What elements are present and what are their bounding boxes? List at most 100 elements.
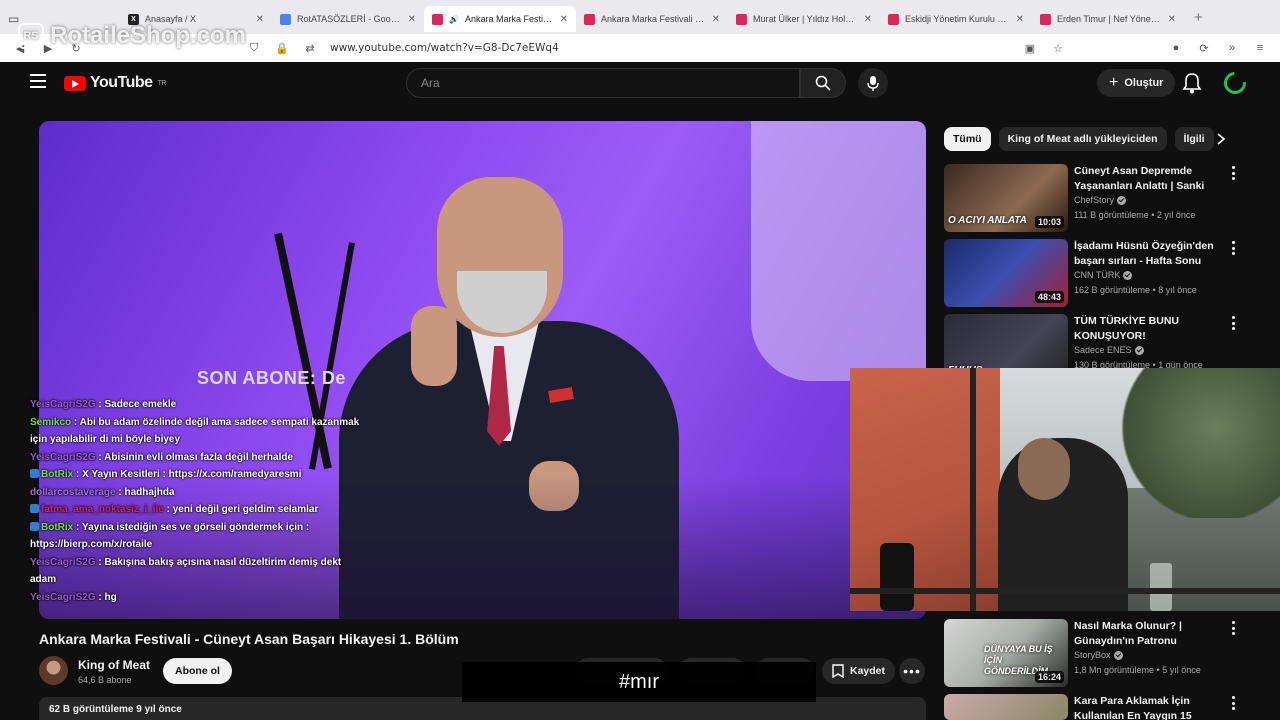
- recommended-title[interactable]: Kara Para Aklamak İçin Kullanılan En Yay…: [1074, 694, 1214, 720]
- hamburger-menu-icon[interactable]: [30, 74, 46, 88]
- recommended-title[interactable]: İşadamı Hüsnü Özyeğin'den başarı sırları…: [1074, 239, 1214, 269]
- close-tab-icon[interactable]: ✕: [256, 14, 264, 25]
- tab-label: Ankara Marka Festivali: [464, 14, 554, 24]
- chat-separator: :: [73, 521, 82, 533]
- bookmark-star-icon[interactable]: ☆: [1050, 40, 1066, 56]
- subscriber-count: 64,6 B abone: [78, 675, 132, 685]
- browser-tab[interactable]: Murat Ülker | Yıldız Holding ✕: [728, 6, 880, 32]
- chat-badge-icon: [30, 521, 39, 531]
- filter-chip[interactable]: İlgili: [1174, 127, 1214, 151]
- subscribe-button[interactable]: Abone ol: [163, 658, 232, 684]
- recommended-video[interactable]: O ACIYI ANLATA 10:03 Cüneyt Asan Depremde …: [944, 164, 1244, 232]
- youtube-play-icon: [64, 75, 86, 91]
- webcam-trees: [1120, 368, 1280, 518]
- save-bookmark-icon: [832, 664, 844, 678]
- recommended-video[interactable]: DÜNYAYA BU İŞ İÇİN GÖNDERİLDİM 16:24 Nasıl…: [944, 619, 1244, 687]
- chat-username: Semikco: [30, 416, 72, 428]
- view-count-and-date: 62 B görüntüleme 9 yıl önce: [49, 704, 182, 715]
- close-tab-icon[interactable]: ✕: [1016, 14, 1024, 25]
- more-vertical-icon[interactable]: [1230, 621, 1236, 635]
- audio-playing-icon[interactable]: 🔊: [449, 15, 459, 24]
- extension-icon[interactable]: ●: [1168, 40, 1184, 56]
- permissions-icon[interactable]: ⇄: [302, 40, 318, 56]
- close-tab-icon[interactable]: ✕: [712, 14, 720, 25]
- verified-check-icon: [1134, 345, 1144, 355]
- youtube-region-code: TR: [157, 79, 167, 87]
- browser-tab[interactable]: Eskidji Yönetim Kurulu Başk ✕: [880, 6, 1032, 32]
- chat-separator: :: [73, 469, 83, 480]
- streamer-webcam: [850, 368, 1280, 611]
- create-button[interactable]: + Oluştur: [1097, 69, 1176, 97]
- chat-message: YeisCagriS2G : hg: [30, 589, 370, 607]
- more-vertical-icon[interactable]: [1230, 696, 1236, 710]
- recommendation-filter-chips: Tümü King of Meat adlı yükleyiciden İlgili: [944, 127, 1214, 151]
- more-actions-button[interactable]: •••: [899, 658, 925, 684]
- more-vertical-icon[interactable]: [1230, 166, 1236, 180]
- account-avatar[interactable]: [1219, 67, 1251, 99]
- youtube-logo-text: YouTube: [90, 74, 153, 91]
- search-input[interactable]: Ara: [406, 68, 800, 98]
- close-tab-icon[interactable]: ✕: [864, 14, 872, 25]
- close-tab-icon[interactable]: ✕: [1168, 14, 1176, 25]
- sync-icon[interactable]: ⟳: [1196, 40, 1212, 56]
- chips-next-chevron-icon[interactable]: [1212, 130, 1230, 148]
- filter-chip[interactable]: Tümü: [944, 127, 991, 151]
- new-tab-plus-icon[interactable]: +: [1194, 9, 1203, 26]
- lower-banner-text: #mır: [619, 670, 659, 693]
- search-button[interactable]: [800, 68, 846, 98]
- chat-text: Abisinin evli olması fazla değil herhald…: [104, 451, 294, 463]
- browser-tab[interactable]: RotATASÖZLERİ - Google D ✕: [272, 6, 424, 32]
- chat-username: YeisCagriS2G: [30, 591, 96, 603]
- picture-in-picture-icon[interactable]: ▣: [1022, 40, 1038, 56]
- recommended-video[interactable]: 48:43 İşadamı Hüsnü Özyeğin'den başarı sı…: [944, 239, 1244, 307]
- recommended-title[interactable]: Nasıl Marka Olunur? | Günaydın'ın Patron…: [1074, 619, 1214, 649]
- recommended-title[interactable]: TÜM TÜRKİYE BUNU KONUŞUYOR!: [1074, 314, 1214, 344]
- video-thumbnail[interactable]: O ACIYI ANLATA 10:03: [944, 164, 1068, 232]
- video-title: Ankara Marka Festivali - Cüneyt Asan Baş…: [39, 631, 459, 647]
- shield-icon[interactable]: ⛉: [246, 40, 262, 56]
- chat-message: YeisCagriS2G : Bakışına bakış açısına na…: [30, 554, 370, 589]
- more-vertical-icon[interactable]: [1230, 316, 1236, 330]
- verified-check-icon: [1113, 650, 1123, 660]
- channel-name-text: StoryBox: [1074, 650, 1111, 660]
- filter-chip[interactable]: King of Meat adlı yükleyiciden: [998, 127, 1167, 151]
- chat-username: YeisCagriS2G: [30, 556, 96, 568]
- recommended-channel[interactable]: StoryBox: [1074, 650, 1123, 660]
- webcam-thermos: [880, 543, 914, 611]
- chat-username: YeisCagriS2G: [30, 399, 96, 410]
- youtube-logo[interactable]: YouTube TR: [64, 74, 166, 92]
- recommended-channel[interactable]: Sadece ENES: [1074, 345, 1144, 355]
- search-icon: [815, 75, 831, 91]
- close-tab-icon[interactable]: ✕: [560, 14, 568, 25]
- webcam-window-frame: [970, 368, 976, 611]
- video-duration: 48:43: [1034, 291, 1064, 303]
- recommended-title[interactable]: Cüneyt Asan Depremde Yaşananları Anlattı…: [1074, 164, 1214, 194]
- chat-badge-icon: [30, 469, 39, 478]
- more-vertical-icon[interactable]: [1230, 241, 1236, 255]
- recommended-video[interactable]: Kara Para Aklamak İçin Kullanılan En Yay…: [944, 694, 1244, 720]
- chat-message: dollarcostaverage : hadhajhda: [30, 484, 370, 502]
- video-thumbnail[interactable]: 48:43: [944, 239, 1068, 307]
- watermark: RS RotaileShop.com: [18, 22, 246, 50]
- url-field[interactable]: www.youtube.com/watch?v=G8-Dc7eEWq4: [330, 42, 559, 54]
- verified-check-icon: [1117, 195, 1127, 205]
- chat-text: hadhajhda: [124, 486, 175, 498]
- browser-tab[interactable]: 🔊 Ankara Marka Festivali ✕: [424, 6, 576, 32]
- overflow-chevron-icon[interactable]: »: [1224, 40, 1240, 56]
- close-tab-icon[interactable]: ✕: [408, 14, 416, 25]
- verified-check-icon: [1123, 270, 1133, 280]
- recommended-channel[interactable]: CNN TÜRK: [1074, 270, 1133, 280]
- chat-username: dollarcostaverage: [30, 486, 116, 498]
- channel-name[interactable]: King of Meat: [78, 658, 150, 672]
- notifications-bell-icon[interactable]: [1182, 72, 1202, 94]
- menu-icon[interactable]: ≡: [1252, 40, 1268, 56]
- channel-avatar[interactable]: [39, 656, 68, 685]
- video-thumbnail[interactable]: DÜNYAYA BU İŞ İÇİN GÖNDERİLDİM 16:24: [944, 619, 1068, 687]
- tab-label: Erden Timur | Nef Yönetim K: [1057, 14, 1162, 24]
- video-thumbnail[interactable]: [944, 694, 1068, 720]
- voice-search-button[interactable]: [858, 68, 888, 98]
- browser-tab[interactable]: Ankara Marka Festivali - Cün ✕: [576, 6, 728, 32]
- recommended-channel[interactable]: ChefStory: [1074, 195, 1127, 205]
- browser-tab[interactable]: Erden Timur | Nef Yönetim K ✕: [1032, 6, 1184, 32]
- save-button[interactable]: Kaydet: [822, 658, 896, 684]
